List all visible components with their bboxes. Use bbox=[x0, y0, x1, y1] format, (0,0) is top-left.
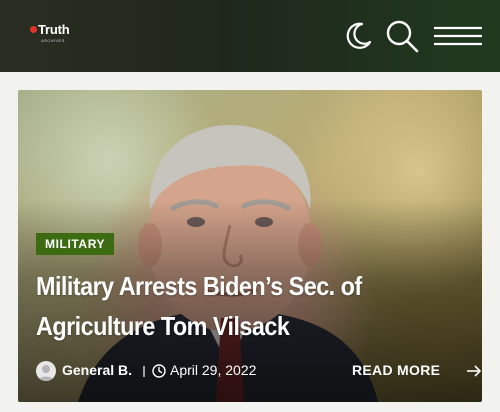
menu-button[interactable] bbox=[432, 18, 484, 54]
author-name[interactable]: General B. bbox=[62, 362, 132, 378]
clock-icon bbox=[152, 364, 166, 378]
search-button[interactable] bbox=[384, 18, 420, 54]
logo-text: Truth bbox=[38, 22, 70, 37]
moon-icon bbox=[346, 22, 372, 49]
arrow-right-icon[interactable] bbox=[466, 365, 482, 377]
article-title[interactable]: Military Arrests Biden’s Sec. of Agricul… bbox=[36, 266, 414, 346]
featured-article-card[interactable]: MILITARY Military Arrests Biden’s Sec. o… bbox=[18, 90, 482, 402]
site-header: Truth ARCHIVES bbox=[0, 0, 500, 72]
author-avatar[interactable] bbox=[36, 361, 56, 381]
publish-date: April 29, 2022 bbox=[170, 362, 257, 378]
user-icon bbox=[38, 365, 54, 381]
logo-mark-icon bbox=[30, 26, 37, 33]
hamburger-menu-icon bbox=[434, 26, 482, 46]
category-badge[interactable]: MILITARY bbox=[36, 233, 115, 255]
dark-mode-toggle[interactable] bbox=[340, 18, 376, 54]
search-icon bbox=[386, 20, 419, 53]
meta-divider bbox=[143, 366, 145, 377]
logo-subtext: ARCHIVES bbox=[41, 38, 65, 43]
read-more-link[interactable]: READ MORE bbox=[352, 362, 440, 378]
site-logo[interactable]: Truth ARCHIVES bbox=[30, 22, 90, 47]
article-meta: General B. April 29, 2022 READ MORE bbox=[36, 358, 481, 384]
